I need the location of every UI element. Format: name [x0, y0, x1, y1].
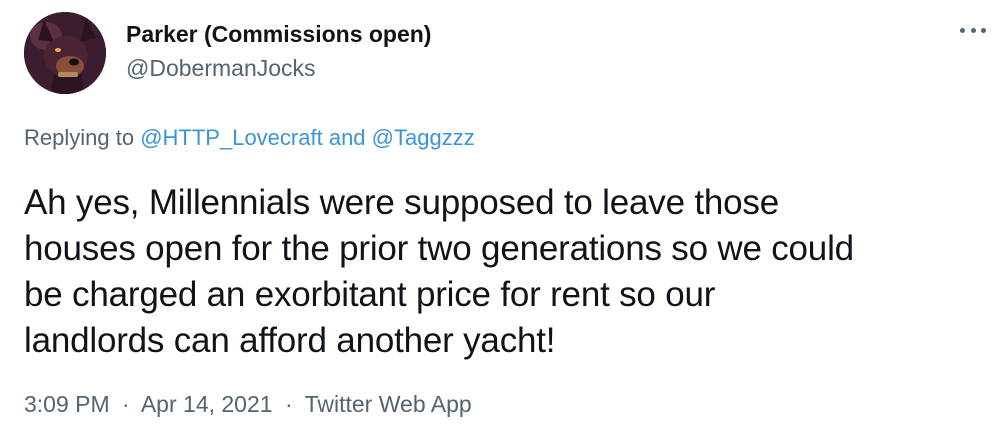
more-dot: [981, 27, 986, 33]
replying-to: Replying to @HTTP_Lovecraft and @Taggzzz: [24, 124, 475, 152]
tweet-text-line: houses open for the prior two generation…: [24, 229, 854, 268]
replying-prefix: Replying to: [24, 125, 135, 150]
tweet-date[interactable]: Apr 14, 2021: [141, 391, 273, 417]
more-options-icon[interactable]: [960, 18, 986, 42]
mention-taggzzz[interactable]: @Taggzzz: [372, 125, 475, 150]
mention-http-lovecraft[interactable]: @HTTP_Lovecraft: [140, 125, 323, 150]
tweet-text: Ah yes, Millennials were supposed to lea…: [24, 180, 984, 364]
meta-separator: ·: [122, 391, 130, 417]
tweet-source[interactable]: Twitter Web App: [305, 391, 472, 417]
doberman-avatar-icon: [24, 12, 106, 94]
author-handle[interactable]: @DobermanJocks: [126, 54, 431, 82]
tweet-text-line: landlords can afford another yacht!: [24, 321, 556, 360]
meta-separator: ·: [284, 391, 293, 417]
more-dot: [970, 27, 976, 33]
author-block: Parker (Commissions open) @DobermanJocks: [126, 20, 431, 82]
avatar[interactable]: [24, 12, 106, 94]
more-dot: [960, 27, 965, 33]
tweet-time[interactable]: 3:09 PM: [24, 391, 110, 417]
tweet-card: Parker (Commissions open) @DobermanJocks…: [0, 0, 1008, 444]
tweet-text-line: Ah yes, Millennials were supposed to lea…: [24, 183, 779, 222]
author-display-name[interactable]: Parker (Commissions open): [126, 20, 431, 48]
tweet-metadata: 3:09 PM · Apr 14, 2021 · Twitter Web App: [24, 390, 472, 418]
tweet-text-line: be charged an exorbitant price for rent …: [24, 275, 716, 314]
replying-joiner[interactable]: and: [329, 125, 366, 150]
